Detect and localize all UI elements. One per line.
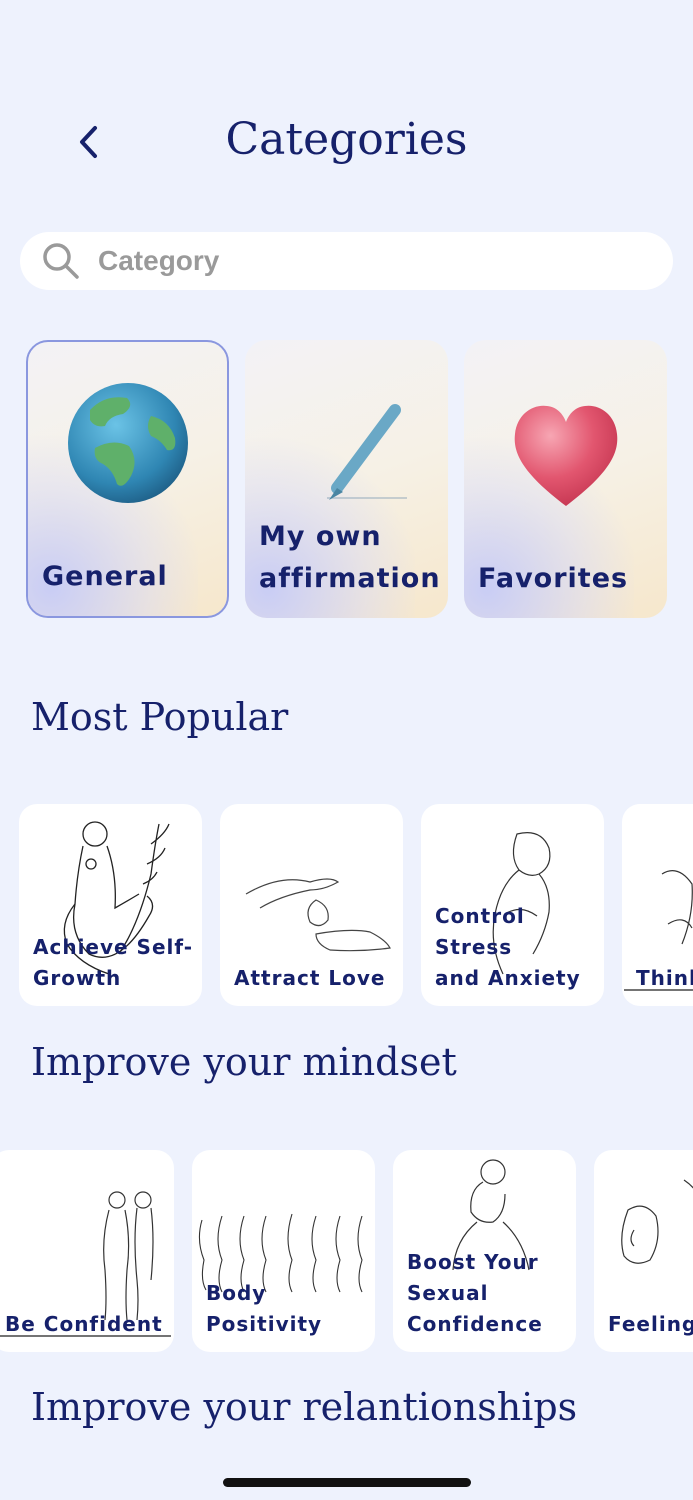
globe-icon [67,383,188,503]
tile-label: Attract Love [234,966,386,990]
improve-mindset-row[interactable]: Be Confident Body Positivity Boost Your … [0,1150,693,1352]
category-tile[interactable]: Attract Love [220,804,403,1006]
heart-icon [514,405,617,506]
category-tile[interactable]: Control Stress and Anxiety [421,804,604,1006]
section-title-improve-mindset: Improve your mindset [31,1040,457,1084]
tile-label: Be Confident [5,1312,163,1336]
category-tile[interactable]: Feeling [594,1150,693,1352]
search-bar[interactable] [20,232,673,290]
tile-label: Body Positivity [206,1281,323,1336]
pencil-icon [326,404,407,500]
category-tile[interactable]: Boost Your Sexual Confidence [393,1150,576,1352]
most-popular-row[interactable]: Achieve Self- Growth Attract Love Contro… [0,804,693,1006]
section-title-most-popular: Most Popular [31,695,289,739]
search-icon [43,243,79,279]
home-indicator [223,1478,471,1487]
category-card-favorites[interactable]: Favorites [464,340,667,618]
category-card-general[interactable]: General [26,340,229,618]
card-label: My own affirmation [259,521,441,594]
tile-label: Control Stress and Anxiety [435,904,581,990]
category-tile[interactable]: Body Positivity [192,1150,375,1352]
tile-label: Achieve Self- Growth [33,935,194,990]
category-tile[interactable]: Be Confident [0,1150,174,1352]
category-tile[interactable]: Achieve Self- Growth [19,804,202,1006]
page-title: Categories [225,114,468,165]
category-tile[interactable]: Think [622,804,693,1006]
tile-label: Feeling [608,1312,693,1336]
search-input[interactable] [98,245,618,277]
card-label: General [42,561,168,592]
category-card-my-own-affirmation[interactable]: My own affirmation [245,340,448,618]
section-title-improve-relationships: Improve your relantionships [31,1385,578,1429]
top-category-cards: General My own affirmation Favorites [26,340,667,618]
tile-label: Boost Your Sexual Confidence [407,1250,543,1336]
card-label: Favorites [478,563,629,594]
tile-label: Think [636,966,693,990]
header: Categories [0,108,693,178]
